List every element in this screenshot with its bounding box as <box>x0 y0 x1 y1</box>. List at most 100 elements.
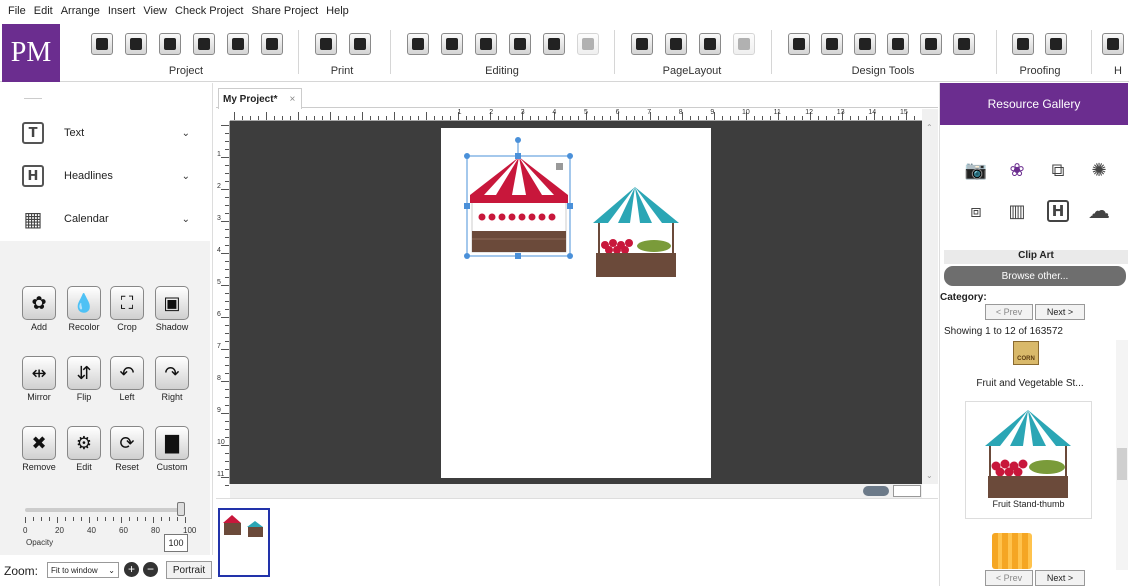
headline-button[interactable] <box>887 33 909 55</box>
eye-proof-button[interactable] <box>1012 33 1034 55</box>
page-indicator-box[interactable] <box>893 485 921 497</box>
mirror-tool-button[interactable]: ⇹ Mirror <box>17 356 61 402</box>
chevron-down-icon[interactable]: ⌄ <box>182 171 190 182</box>
page-setup-button[interactable] <box>631 33 653 55</box>
align-button[interactable] <box>699 33 721 55</box>
prev-button-bottom[interactable]: < Prev <box>985 570 1033 586</box>
menu-item-edit[interactable]: Edit <box>30 5 57 17</box>
layout-icon[interactable]: ⧈ <box>963 198 989 224</box>
menu-item-file[interactable]: File <box>4 5 30 17</box>
ruler-tick <box>578 116 579 120</box>
lightbulb-button[interactable] <box>1102 33 1124 55</box>
opacity-slider-thumb[interactable] <box>177 502 185 516</box>
printer-button[interactable] <box>315 33 337 55</box>
menu-item-help[interactable]: Help <box>322 5 353 17</box>
ruler-tick <box>658 116 659 120</box>
menu-item-share-project[interactable]: Share Project <box>248 5 323 17</box>
add-text-button[interactable] <box>509 33 531 55</box>
reset-tool-button[interactable]: ⟳ Reset <box>105 426 149 472</box>
view-toggle[interactable] <box>863 486 889 496</box>
ruler-tick <box>221 349 229 350</box>
headline-icon[interactable]: H <box>1047 200 1069 222</box>
chevron-down-icon[interactable]: ⌄ <box>182 214 190 225</box>
next-button[interactable]: Next > <box>1035 304 1085 320</box>
tab-my-project[interactable]: My Project* × <box>218 88 302 109</box>
next-button-bottom[interactable]: Next > <box>1035 570 1085 586</box>
camera-button[interactable] <box>821 33 843 55</box>
ruler-tick <box>282 116 283 120</box>
photo-icon[interactable]: 📷 <box>963 157 989 183</box>
columns-icon[interactable]: ▥ <box>1004 198 1030 224</box>
shadow-tool-button[interactable]: ▣ Shadow <box>150 286 194 332</box>
ruler-number: 1 <box>457 109 462 116</box>
menu-item-view[interactable]: View <box>139 5 171 17</box>
clip-art-icon[interactable]: ❀ <box>1004 157 1030 183</box>
zoom-out-button[interactable]: − <box>143 562 158 577</box>
fruit-stand-thumbnail[interactable] <box>984 410 1074 500</box>
red-fruit-stand-clipart[interactable] <box>470 157 568 253</box>
save-as-icon <box>198 38 210 50</box>
spell-check-button[interactable] <box>1045 33 1067 55</box>
remove-tool-button[interactable]: ✖ Remove <box>17 426 61 472</box>
corn-sign-thumbnail[interactable]: CORN <box>1013 341 1039 365</box>
left-tool-button[interactable]: ↶ Left <box>105 356 149 402</box>
add-tool-button[interactable]: ✿ Add <box>17 286 61 332</box>
vertical-scrollbar[interactable]: ⌃ ⌄ <box>922 109 938 484</box>
save-button[interactable] <box>159 33 181 55</box>
chevron-down-icon[interactable]: ⌄ <box>182 128 190 139</box>
opacity-value-field[interactable]: 100 <box>164 534 188 552</box>
share-button[interactable] <box>349 33 371 55</box>
flip-tool-button[interactable]: ⇵ Flip <box>62 356 106 402</box>
scroll-up-icon[interactable]: ⌃ <box>926 123 933 132</box>
category-calendar[interactable]: ▦ Calendar ⌄ <box>0 199 210 239</box>
orientation-button[interactable]: Portrait <box>166 561 212 579</box>
open-button[interactable] <box>125 33 147 55</box>
menu-item-check-project[interactable]: Check Project <box>171 5 247 17</box>
browse-other-button[interactable]: Browse other... <box>944 266 1126 286</box>
category-headlines[interactable]: H Headlines ⌄ <box>0 156 210 196</box>
menu-item-arrange[interactable]: Arrange <box>57 5 104 17</box>
gallery-scrollbar-thumb[interactable] <box>1117 448 1127 480</box>
edit-tool-button[interactable]: ⚙ Edit <box>62 426 106 472</box>
cloud-icon[interactable]: ☁ <box>1086 198 1112 224</box>
manage-button[interactable] <box>261 33 283 55</box>
crop-tool-button[interactable]: ⛶ Crop <box>105 286 149 332</box>
right-tool-button[interactable]: ↷ Right <box>150 356 194 402</box>
copy-button[interactable] <box>441 33 463 55</box>
redo-button[interactable] <box>577 33 599 55</box>
export-pdf-button[interactable] <box>227 33 249 55</box>
shapes-icon[interactable]: ⧉ <box>1045 157 1071 183</box>
scroll-down-icon[interactable]: ⌄ <box>926 471 933 480</box>
burst-icon[interactable]: ✺ <box>1086 157 1112 183</box>
prev-button[interactable]: < Prev <box>985 304 1033 320</box>
save-as-button[interactable] <box>193 33 215 55</box>
horizontal-scrollbar[interactable] <box>230 484 922 498</box>
category-text[interactable]: T Text ⌄ <box>0 113 210 153</box>
ruler-number: 3 <box>520 109 525 116</box>
background-button[interactable] <box>733 33 755 55</box>
menu-item-insert[interactable]: Insert <box>104 5 140 17</box>
zoom-select[interactable]: Fit to window ⌄ <box>47 562 119 578</box>
new-button[interactable] <box>91 33 113 55</box>
recolor-tool-button[interactable]: 💧 Recolor <box>62 286 106 332</box>
teal-fruit-stand-clipart[interactable] <box>593 187 679 277</box>
ruler-tick <box>602 116 603 120</box>
badge-button[interactable] <box>953 33 975 55</box>
zoom-in-button[interactable]: + <box>124 562 139 577</box>
document-tab-bar <box>216 86 938 108</box>
flower-button[interactable] <box>920 33 942 55</box>
ruler-number: 5 <box>584 109 588 116</box>
copy-icon <box>446 38 458 50</box>
photo-button[interactable] <box>788 33 810 55</box>
app-logo: PM <box>2 24 60 82</box>
undo-button[interactable] <box>543 33 565 55</box>
grid-button[interactable] <box>665 33 687 55</box>
opacity-slider-track[interactable] <box>25 508 185 512</box>
cut-button[interactable] <box>407 33 429 55</box>
awning-thumbnail[interactable] <box>992 533 1032 569</box>
close-icon[interactable]: × <box>289 94 295 105</box>
paste-button[interactable] <box>475 33 497 55</box>
coin-button[interactable] <box>854 33 876 55</box>
custom-tool-button[interactable]: ▇ Custom <box>150 426 194 472</box>
ruler-tick <box>354 116 355 120</box>
